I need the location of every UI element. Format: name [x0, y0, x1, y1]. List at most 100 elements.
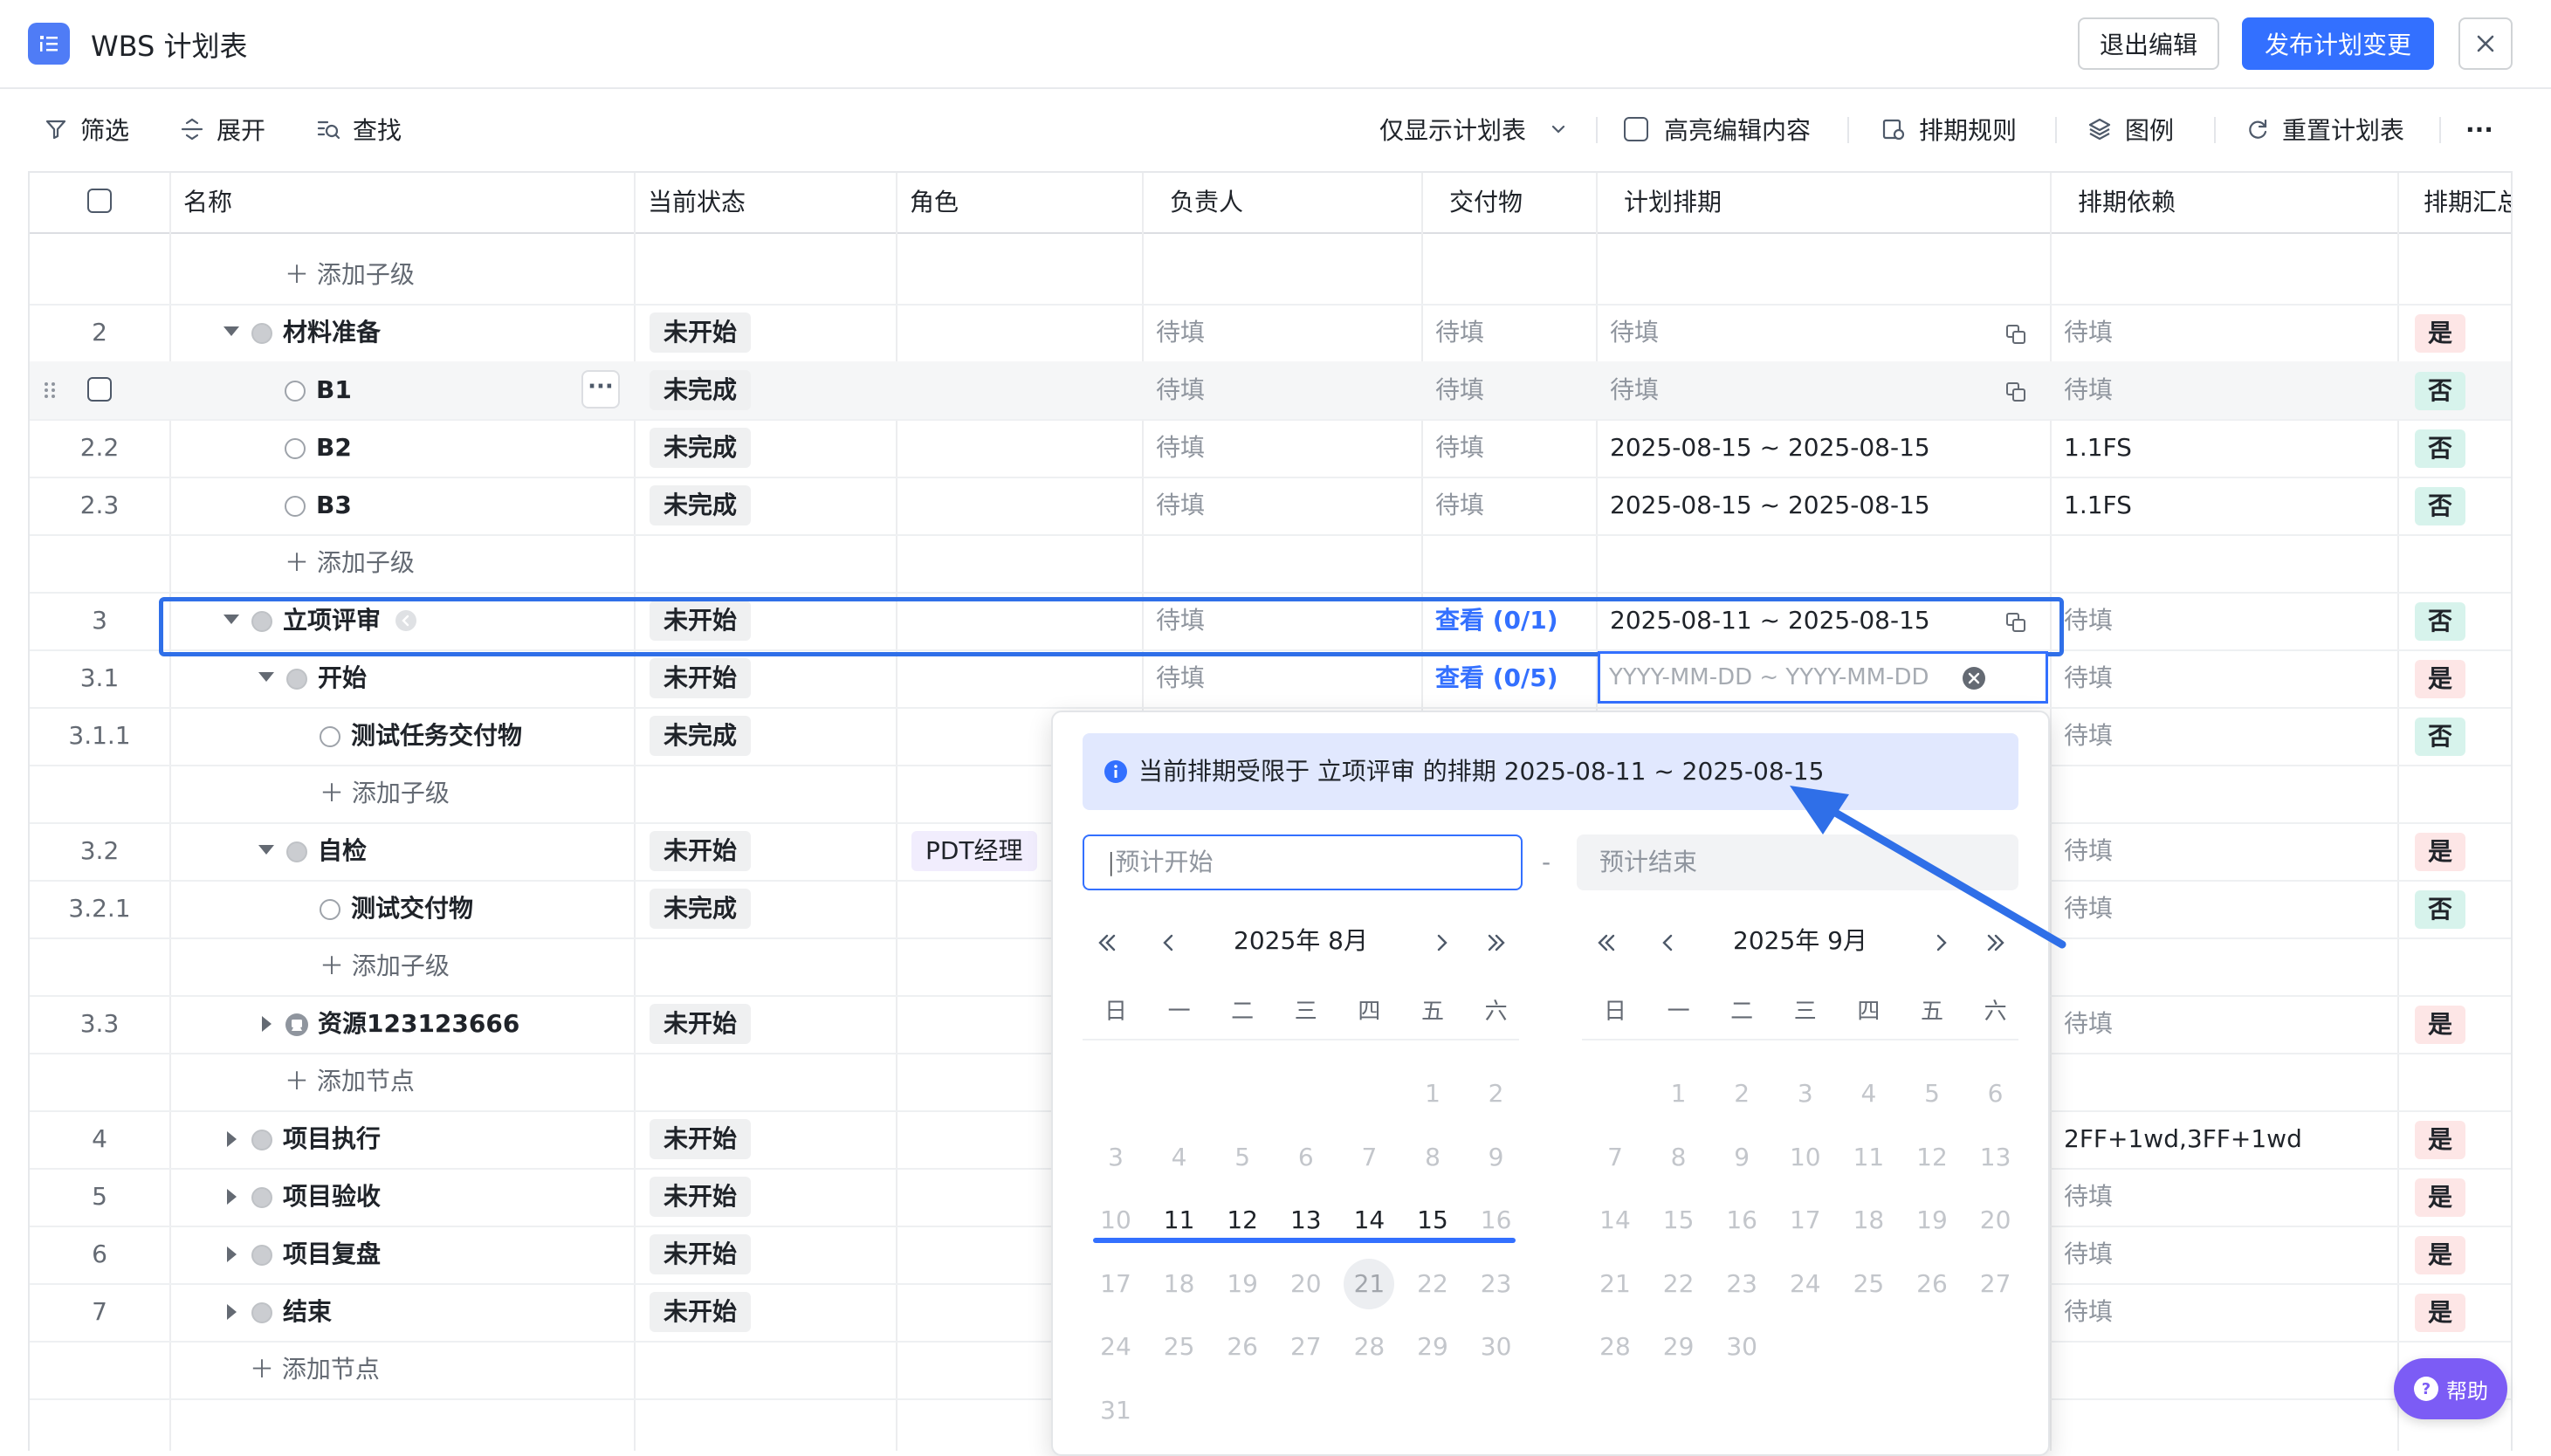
row-more-button[interactable]: ··· [581, 370, 620, 409]
table-row[interactable]: 2 材料准备 未开始 待填 待填 待填 待填 是 [30, 304, 2511, 363]
owner-cell[interactable]: 待填 [1156, 419, 1205, 477]
dependency-cell[interactable]: 待填 [2064, 995, 2113, 1053]
owner-cell[interactable]: 待填 [1156, 361, 1205, 419]
status-badge[interactable]: 未完成 [650, 485, 752, 525]
owner-cell[interactable]: 待填 [1156, 304, 1205, 361]
dependency-cell[interactable]: 待填 [2064, 1283, 2113, 1341]
task-name[interactable]: B1 [316, 361, 352, 419]
plan-cell[interactable]: 2025-08-15 ~ 2025-08-15 [1610, 419, 1930, 477]
task-name[interactable]: 测试任务交付物 [351, 707, 522, 765]
deliverable-cell[interactable]: 待填 [1435, 304, 1484, 361]
status-badge[interactable]: 未开始 [650, 1004, 752, 1044]
task-name[interactable]: 开始 [318, 649, 367, 707]
expand-caret-icon[interactable] [227, 1131, 237, 1147]
dependency-cell[interactable]: 1.1FS [2064, 419, 2132, 477]
expand-button[interactable]: 展开 [180, 112, 265, 147]
next-year-icon[interactable] [1484, 931, 1509, 955]
highlight-checkbox[interactable] [1624, 117, 1648, 141]
task-name[interactable]: 自检 [318, 822, 367, 880]
table-row[interactable]: B1 ··· 未完成 待填 待填 待填 待填 否 [30, 361, 2511, 421]
status-badge[interactable]: 未完成 [650, 889, 752, 929]
view-select[interactable]: 仅显示计划表 [1379, 112, 1568, 147]
deliverable-cell[interactable]: 待填 [1435, 361, 1484, 419]
status-badge[interactable]: 未开始 [650, 831, 752, 871]
start-date-input[interactable]: |预计开始 [1083, 834, 1523, 890]
col-role[interactable]: 角色 [896, 173, 959, 232]
table-row[interactable]: 2.2 B2 未完成 待填 待填 2025-08-15 ~ 2025-08-15… [30, 419, 2511, 478]
dependency-cell[interactable]: 待填 [2064, 592, 2113, 649]
help-button[interactable]: ? 帮助 [2394, 1358, 2507, 1419]
owner-cell[interactable]: 待填 [1156, 649, 1205, 707]
legend-button[interactable]: 图例 [2087, 112, 2174, 147]
dependency-cell[interactable]: 1.1FS [2064, 477, 2132, 534]
collapse-caret-icon[interactable] [223, 326, 239, 336]
task-name[interactable]: 测试交付物 [351, 880, 473, 937]
dependency-cell[interactable]: 待填 [2064, 304, 2113, 361]
col-deliverable[interactable]: 交付物 [1435, 173, 1523, 232]
deliverable-cell[interactable]: 待填 [1435, 477, 1484, 534]
more-button[interactable]: ··· [2465, 112, 2493, 147]
status-badge[interactable]: 未开始 [650, 312, 752, 353]
col-status[interactable]: 当前状态 [634, 173, 746, 232]
plan-date-input[interactable]: YYYY-MM-DD ~ YYYY-MM-DD [1598, 651, 2048, 704]
col-summary[interactable]: 排期汇总 [2410, 173, 2511, 232]
add-node-link[interactable]: ＋ 添加节点 [285, 1053, 415, 1110]
copy-icon[interactable] [2004, 381, 2027, 403]
col-plan-schedule[interactable]: 计划排期 [1610, 173, 1722, 232]
plan-cell[interactable]: 待填 [1610, 361, 1659, 419]
status-badge[interactable]: 未完成 [650, 716, 752, 756]
drag-handle-icon[interactable] [44, 381, 56, 400]
copy-icon[interactable] [2004, 323, 2027, 346]
close-button[interactable] [2458, 17, 2513, 70]
deliverable-link[interactable]: 查看 (0/5) [1435, 649, 1558, 707]
status-badge[interactable]: 未开始 [650, 1234, 752, 1274]
status-badge[interactable]: 未开始 [650, 658, 752, 698]
task-name[interactable]: 材料准备 [283, 304, 381, 361]
task-name[interactable]: B2 [316, 419, 352, 477]
next-month-icon[interactable] [1430, 931, 1454, 955]
status-badge[interactable]: 未完成 [650, 428, 752, 468]
add-child-link[interactable]: ＋ 添加子级 [285, 246, 415, 304]
task-name[interactable]: 结束 [283, 1283, 332, 1341]
find-button[interactable]: 查找 [316, 112, 402, 147]
status-badge[interactable]: 未完成 [650, 370, 752, 410]
add-node-link[interactable]: ＋ 添加节点 [250, 1341, 380, 1398]
reset-plan-button[interactable]: 重置计划表 [2245, 112, 2404, 147]
task-name[interactable]: B3 [316, 477, 352, 534]
plan-cell[interactable]: 待填 [1610, 304, 1659, 361]
status-badge[interactable]: 未开始 [650, 1119, 752, 1159]
expand-caret-icon[interactable] [227, 1189, 237, 1205]
plan-cell[interactable]: 2025-08-15 ~ 2025-08-15 [1610, 477, 1930, 534]
task-name[interactable]: 项目执行 [283, 1110, 381, 1168]
col-name[interactable]: 名称 [169, 173, 232, 232]
publish-plan-button[interactable]: 发布计划变更 [2242, 17, 2434, 70]
deliverable-cell[interactable]: 待填 [1435, 419, 1484, 477]
status-badge[interactable]: 未开始 [650, 1177, 752, 1217]
expand-caret-icon[interactable] [227, 1247, 237, 1262]
table-row[interactable]: 2.3 B3 未完成 待填 待填 2025-08-15 ~ 2025-08-15… [30, 477, 2511, 536]
task-name[interactable]: 项目验收 [283, 1168, 381, 1226]
add-child-link[interactable]: ＋ 添加子级 [320, 765, 450, 822]
status-badge[interactable]: 未开始 [650, 1292, 752, 1332]
expand-caret-icon[interactable] [262, 1016, 272, 1032]
owner-cell[interactable]: 待填 [1156, 477, 1205, 534]
dependency-cell[interactable]: 待填 [2064, 361, 2113, 419]
dependency-cell[interactable]: 待填 [2064, 1226, 2113, 1283]
collapse-caret-icon[interactable] [258, 672, 274, 682]
highlight-toggle[interactable]: 高亮编辑内容 [1624, 112, 1811, 147]
schedule-rules-button[interactable]: 排期规则 [1881, 112, 2017, 147]
dependency-cell[interactable]: 待填 [2064, 707, 2113, 765]
task-name[interactable]: 项目复盘 [283, 1226, 381, 1283]
col-dependency[interactable]: 排期依赖 [2064, 173, 2176, 232]
dependency-cell[interactable]: 待填 [2064, 649, 2113, 707]
table-row[interactable]: 3.1 开始 未开始 待填 查看 (0/5) 待填 是 [30, 649, 2511, 709]
dependency-cell[interactable]: 待填 [2064, 1168, 2113, 1226]
clear-icon[interactable] [1962, 666, 1986, 690]
col-owner[interactable]: 负责人 [1156, 173, 1243, 232]
expand-caret-icon[interactable] [227, 1304, 237, 1320]
exit-edit-button[interactable]: 退出编辑 [2078, 17, 2219, 70]
dependency-cell[interactable]: 2FF+1wd,3FF+1wd [2064, 1110, 2302, 1168]
role-tag[interactable]: PDT经理 [911, 831, 1037, 871]
row-checkbox[interactable] [87, 377, 112, 402]
select-all-checkbox[interactable] [87, 189, 112, 213]
